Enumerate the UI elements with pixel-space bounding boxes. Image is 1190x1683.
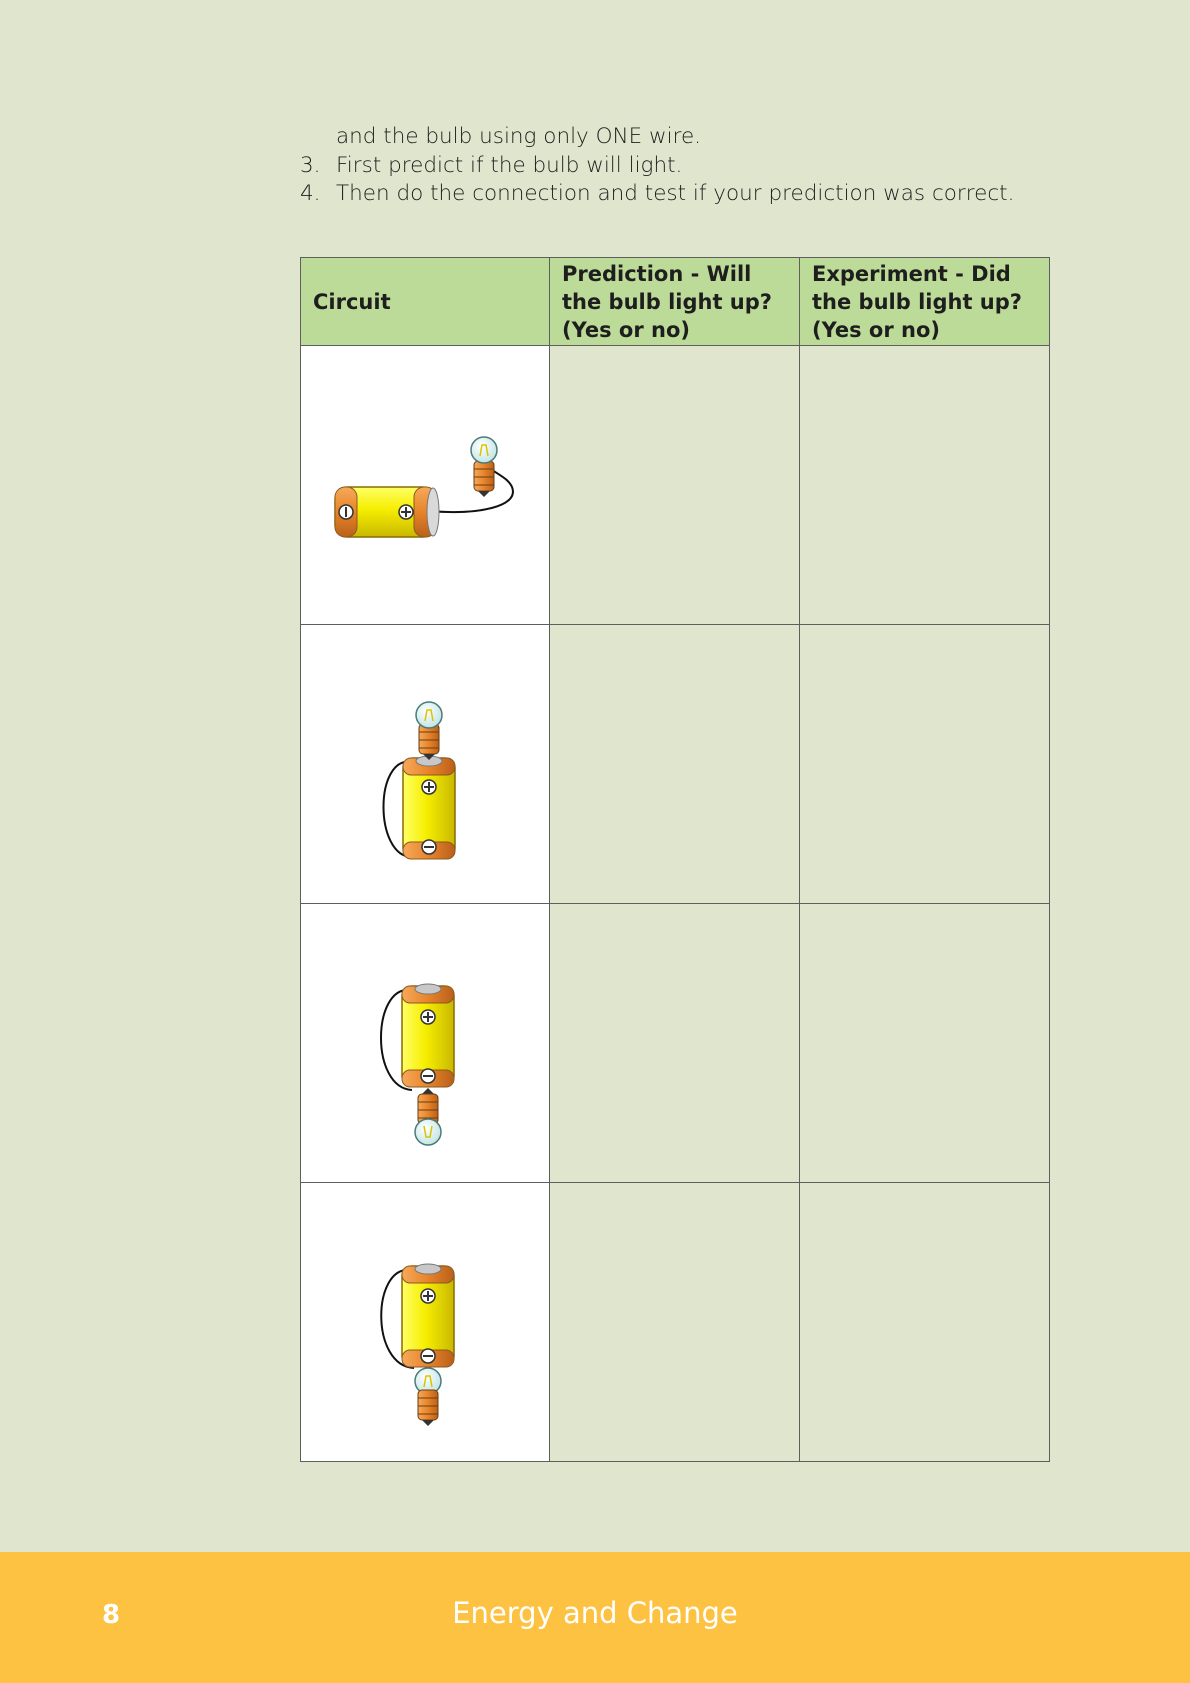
instruction-line: 3. First predict if the bulb will light. bbox=[300, 152, 1040, 181]
instruction-text: First predict if the bulb will light. bbox=[336, 152, 683, 178]
prediction-cell[interactable] bbox=[549, 345, 800, 625]
header-prediction: Prediction - Will the bulb light up? (Ye… bbox=[549, 257, 800, 346]
prediction-cell[interactable] bbox=[549, 1182, 800, 1462]
circuit-battery-horizontal-icon bbox=[334, 436, 514, 538]
table-row bbox=[300, 1182, 1050, 1462]
instruction-text: and the bulb using only ONE wire. bbox=[336, 124, 702, 149]
circuit-cell bbox=[300, 1182, 550, 1462]
prediction-cell[interactable] bbox=[549, 624, 800, 904]
circuit-bulb-on-plus-end-icon bbox=[382, 701, 456, 860]
instruction-number: 4. bbox=[300, 181, 321, 207]
instruction-line: and the bulb using only ONE wire. bbox=[300, 123, 1040, 152]
header-circuit: Circuit bbox=[300, 257, 550, 346]
experiment-cell[interactable] bbox=[799, 345, 1050, 625]
circuit-bulb-side-touch-icon bbox=[380, 1263, 455, 1426]
instruction-text: Then do the connection and test if your … bbox=[336, 181, 1015, 207]
experiment-cell[interactable] bbox=[799, 903, 1050, 1183]
footer-title: Energy and Change bbox=[452, 1596, 738, 1630]
circuit-inverted-bulb-under-icon bbox=[380, 983, 455, 1146]
instruction-number bbox=[300, 123, 336, 152]
table-row bbox=[300, 903, 1050, 1183]
circuit-cell bbox=[300, 903, 550, 1183]
instruction-line: 4. Then do the connection and test if yo… bbox=[300, 180, 1040, 209]
circuit-prediction-table: Circuit Prediction - Will the bulb light… bbox=[300, 257, 1050, 1462]
table-row bbox=[300, 345, 1050, 625]
table-header-row: Circuit Prediction - Will the bulb light… bbox=[300, 257, 1050, 346]
instructions-list: and the bulb using only ONE wire. 3. Fir… bbox=[300, 123, 1040, 209]
experiment-cell[interactable] bbox=[799, 624, 1050, 904]
table-row bbox=[300, 624, 1050, 904]
circuit-cell bbox=[300, 624, 550, 904]
experiment-cell[interactable] bbox=[799, 1182, 1050, 1462]
instruction-number: 3. bbox=[300, 152, 321, 178]
prediction-cell[interactable] bbox=[549, 903, 800, 1183]
header-experiment: Experiment - Did the bulb light up? (Yes… bbox=[799, 257, 1050, 346]
circuit-cell bbox=[300, 345, 550, 625]
